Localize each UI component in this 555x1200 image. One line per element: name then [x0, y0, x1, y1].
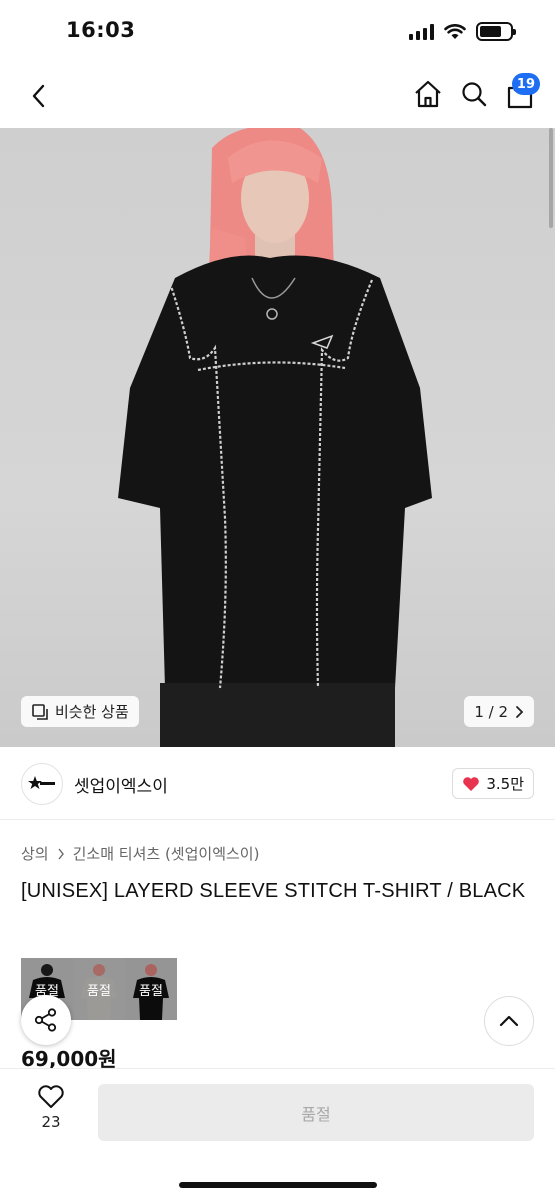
- wishlist-count: 23: [41, 1113, 61, 1131]
- status-time: 16:03: [66, 18, 136, 42]
- brand-like-button[interactable]: 3.5만: [452, 768, 534, 799]
- chevron-right-icon: [516, 705, 524, 718]
- search-icon: [462, 82, 487, 107]
- similar-products-label: 비슷한 상품: [55, 703, 129, 721]
- heart-filled-icon: [463, 776, 480, 791]
- product-title: [UNISEX] LAYERD SLEEVE STITCH T-SHIRT / …: [21, 880, 526, 902]
- status-icons: [409, 22, 516, 41]
- home-icon: [415, 80, 441, 108]
- brand-logo[interactable]: [21, 763, 63, 805]
- cellular-signal-icon: [409, 23, 434, 40]
- cart-count-badge: 19: [511, 73, 540, 95]
- wifi-icon: [444, 23, 466, 39]
- brand-star-logo: [28, 776, 55, 789]
- brand-row[interactable]: 셋업이엑스이 3.5만: [0, 748, 555, 820]
- scroll-top-button[interactable]: [484, 996, 534, 1046]
- share-icon: [34, 1008, 57, 1032]
- breadcrumb-subcategory[interactable]: 긴소매 티셔츠 (셋업이엑스이): [73, 843, 260, 864]
- chevron-right-icon: [58, 848, 64, 859]
- option-thumbnail[interactable]: 품절: [125, 958, 177, 1020]
- bottom-action-bar: 23 품절: [0, 1068, 555, 1200]
- option-soldout-label: 품절: [87, 983, 111, 999]
- chevron-up-icon: [499, 1015, 519, 1027]
- breadcrumb-category[interactable]: 상의: [21, 843, 49, 864]
- chevron-left-icon: [32, 84, 45, 108]
- home-indicator: [179, 1182, 377, 1188]
- similar-products-button[interactable]: 비슷한 상품: [21, 696, 139, 727]
- status-bar: 16:03: [0, 0, 555, 64]
- home-button[interactable]: [411, 76, 445, 112]
- product-image[interactable]: [0, 128, 555, 747]
- brand-like-count: 3.5만: [486, 775, 524, 793]
- option-soldout-label: 품절: [139, 983, 163, 999]
- option-thumbnail[interactable]: 품절: [73, 958, 125, 1020]
- copy-icon: [32, 703, 48, 720]
- back-button[interactable]: [22, 79, 56, 113]
- product-photo: [118, 128, 432, 747]
- cart-button[interactable]: 19: [503, 73, 540, 112]
- battery-icon: [476, 22, 516, 41]
- search-button[interactable]: [457, 76, 491, 112]
- heart-outline-icon: [38, 1085, 64, 1108]
- wishlist-button[interactable]: 23: [28, 1084, 74, 1131]
- share-button[interactable]: [21, 995, 71, 1045]
- nav-bar: 19: [0, 64, 555, 128]
- page-counter-text: 1 / 2: [474, 702, 508, 721]
- scroll-indicator: [549, 128, 553, 228]
- breadcrumb: 상의 긴소매 티셔츠 (셋업이엑스이): [21, 843, 259, 864]
- nav-actions: 19: [411, 73, 540, 112]
- soldout-buy-button[interactable]: 품절: [98, 1084, 534, 1141]
- image-pager[interactable]: 1 / 2: [464, 696, 534, 727]
- brand-name[interactable]: 셋업이엑스이: [74, 772, 168, 797]
